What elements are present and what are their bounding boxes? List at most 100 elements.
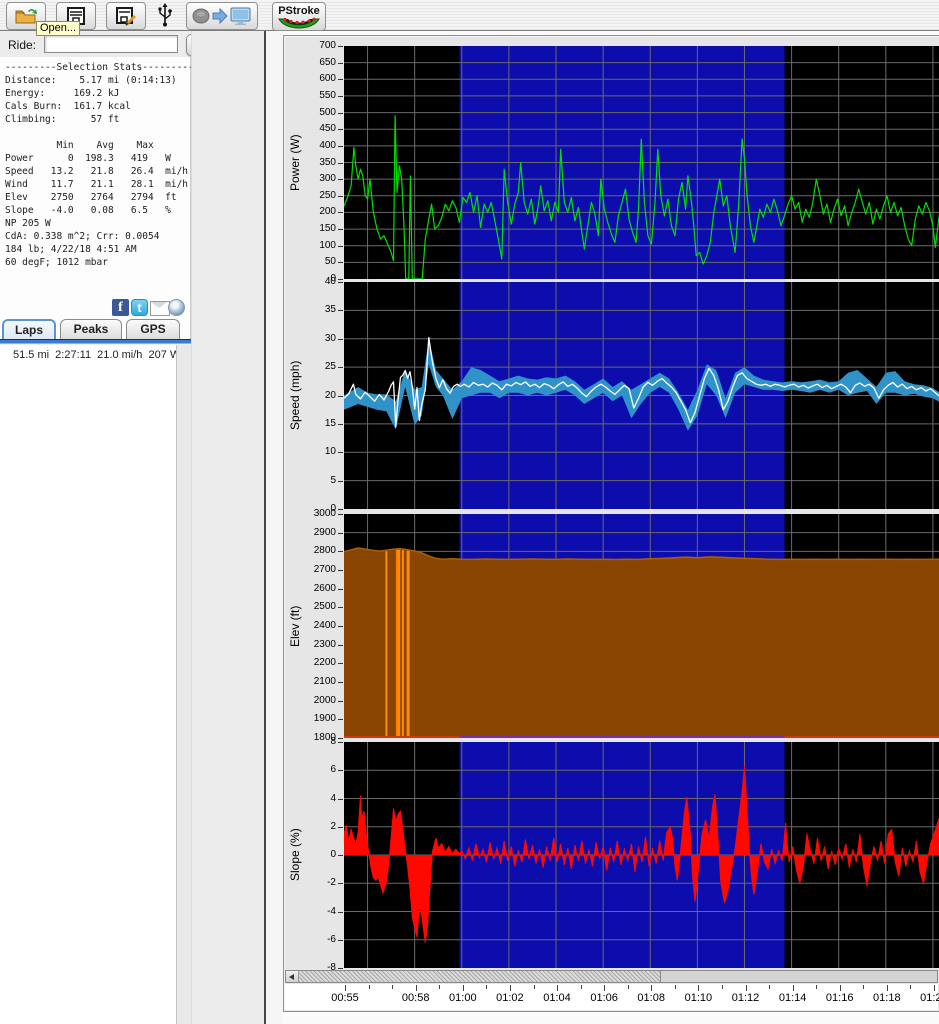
y-tick-mark bbox=[338, 701, 343, 702]
power-chart[interactable] bbox=[344, 46, 939, 279]
y-tick-mark bbox=[338, 246, 343, 247]
save-as-button[interactable] bbox=[106, 2, 146, 30]
x-major-tick bbox=[934, 985, 935, 991]
twitter-icon[interactable]: t bbox=[131, 299, 148, 316]
y-tick-mark bbox=[338, 509, 343, 510]
selection-stats-text: ---------Selection Stats--------- Distan… bbox=[5, 61, 194, 269]
lap-row[interactable]: 51.5 mi 2:27:11 21.0 mi/h 207 W bbox=[13, 349, 180, 361]
x-major-tick bbox=[463, 985, 464, 991]
y-tick-mark bbox=[338, 367, 343, 368]
power-chart-svg bbox=[344, 46, 939, 279]
x-axis-label: 01:04 bbox=[535, 992, 579, 1004]
y-tick-mark bbox=[338, 282, 343, 283]
y-tick-mark bbox=[338, 570, 343, 571]
y-tick-mark bbox=[338, 424, 343, 425]
lap-list-scrollbar[interactable] bbox=[176, 345, 191, 1024]
x-axis-label: 01:02 bbox=[488, 992, 532, 1004]
chart-panel: 00:5500:5801:0001:0201:0401:0601:0801:10… bbox=[283, 35, 939, 1012]
tab-gps[interactable]: GPS bbox=[126, 319, 180, 339]
y-tick-mark bbox=[338, 262, 343, 263]
x-axis-label: 00:55 bbox=[323, 992, 367, 1004]
x-minor-tick bbox=[369, 985, 370, 989]
open-folder-icon bbox=[15, 7, 37, 25]
facebook-icon[interactable]: f bbox=[112, 299, 129, 316]
x-major-tick bbox=[793, 985, 794, 991]
time-axis: 00:5500:5801:0001:0201:0401:0601:0801:10… bbox=[285, 984, 938, 1010]
splitter-gap bbox=[266, 31, 283, 1024]
y-tick-mark bbox=[338, 738, 343, 739]
open-tooltip: Open... bbox=[36, 21, 80, 36]
x-axis-label: 01:12 bbox=[724, 992, 768, 1004]
x-axis-label: 01:10 bbox=[676, 992, 720, 1004]
y-tick-mark bbox=[338, 46, 343, 47]
y-tick-mark bbox=[338, 682, 343, 683]
pstroke-button[interactable]: PStroke bbox=[272, 2, 326, 31]
x-minor-tick bbox=[910, 985, 911, 989]
arrow-right-icon bbox=[213, 9, 227, 23]
x-major-tick bbox=[698, 985, 699, 991]
y-tick-mark bbox=[338, 589, 343, 590]
tab-peaks[interactable]: Peaks bbox=[60, 319, 122, 339]
y-tick-mark bbox=[338, 452, 343, 453]
elev-chart-svg bbox=[344, 514, 939, 738]
y-tick-mark bbox=[338, 645, 343, 646]
x-minor-tick bbox=[628, 985, 629, 989]
slope-chart-svg bbox=[344, 742, 939, 968]
x-minor-tick bbox=[392, 985, 393, 989]
y-tick-mark bbox=[338, 551, 343, 552]
speed-chart-svg bbox=[344, 282, 939, 509]
slope-chart[interactable] bbox=[344, 742, 939, 968]
elev-axis-title: Elev (ft) bbox=[288, 514, 304, 738]
y-tick-mark bbox=[338, 607, 343, 608]
scroll-thumb[interactable] bbox=[299, 971, 661, 982]
x-axis-label: 00:58 bbox=[394, 992, 438, 1004]
y-tick-mark bbox=[338, 940, 343, 941]
ride-input[interactable] bbox=[44, 35, 178, 53]
save-as-floppy-pencil-icon bbox=[115, 6, 137, 26]
y-tick-mark bbox=[338, 163, 343, 164]
x-major-tick bbox=[557, 985, 558, 991]
device-icon bbox=[193, 9, 209, 23]
y-tick-mark bbox=[338, 663, 343, 664]
y-tick-mark bbox=[338, 310, 343, 311]
usb-sync-control[interactable] bbox=[150, 3, 180, 27]
email-icon[interactable] bbox=[150, 301, 170, 316]
chart-h-scrollbar[interactable] bbox=[285, 970, 938, 983]
elevation-chart[interactable] bbox=[344, 514, 939, 738]
toolbar: PStroke bbox=[0, 0, 939, 31]
x-minor-tick bbox=[863, 985, 864, 989]
x-axis-label: 01:00 bbox=[441, 992, 485, 1004]
x-major-tick bbox=[345, 985, 346, 991]
x-axis-label: 01:06 bbox=[582, 992, 626, 1004]
y-tick-mark bbox=[338, 63, 343, 64]
y-tick-mark bbox=[338, 212, 343, 213]
y-tick-mark bbox=[338, 770, 343, 771]
x-minor-tick bbox=[581, 985, 582, 989]
y-tick-mark bbox=[338, 626, 343, 627]
y-tick-mark bbox=[338, 968, 343, 969]
y-tick-mark bbox=[338, 855, 343, 856]
x-major-tick bbox=[840, 985, 841, 991]
usb-icon bbox=[157, 3, 173, 27]
google-earth-icon[interactable] bbox=[168, 299, 185, 316]
x-major-tick bbox=[416, 985, 417, 991]
download-from-device-button[interactable] bbox=[186, 2, 258, 30]
slope-axis-title: Slope (%) bbox=[288, 742, 304, 968]
y-tick-mark bbox=[338, 514, 343, 515]
speed-chart[interactable] bbox=[344, 282, 939, 509]
middle-panel bbox=[191, 31, 264, 1024]
x-minor-tick bbox=[439, 985, 440, 989]
x-minor-tick bbox=[722, 985, 723, 989]
tab-laps[interactable]: Laps bbox=[2, 319, 56, 339]
x-major-tick bbox=[604, 985, 605, 991]
y-tick-mark bbox=[338, 96, 343, 97]
y-tick-mark bbox=[338, 129, 343, 130]
x-major-tick bbox=[887, 985, 888, 991]
monitor-icon bbox=[231, 8, 250, 25]
y-tick-mark bbox=[338, 179, 343, 180]
x-axis-label: 01:16 bbox=[818, 992, 862, 1004]
x-major-tick bbox=[746, 985, 747, 991]
speed-axis-title: Speed (mph) bbox=[288, 282, 304, 509]
ride-label: Ride: bbox=[8, 38, 36, 52]
y-tick-mark bbox=[338, 396, 343, 397]
